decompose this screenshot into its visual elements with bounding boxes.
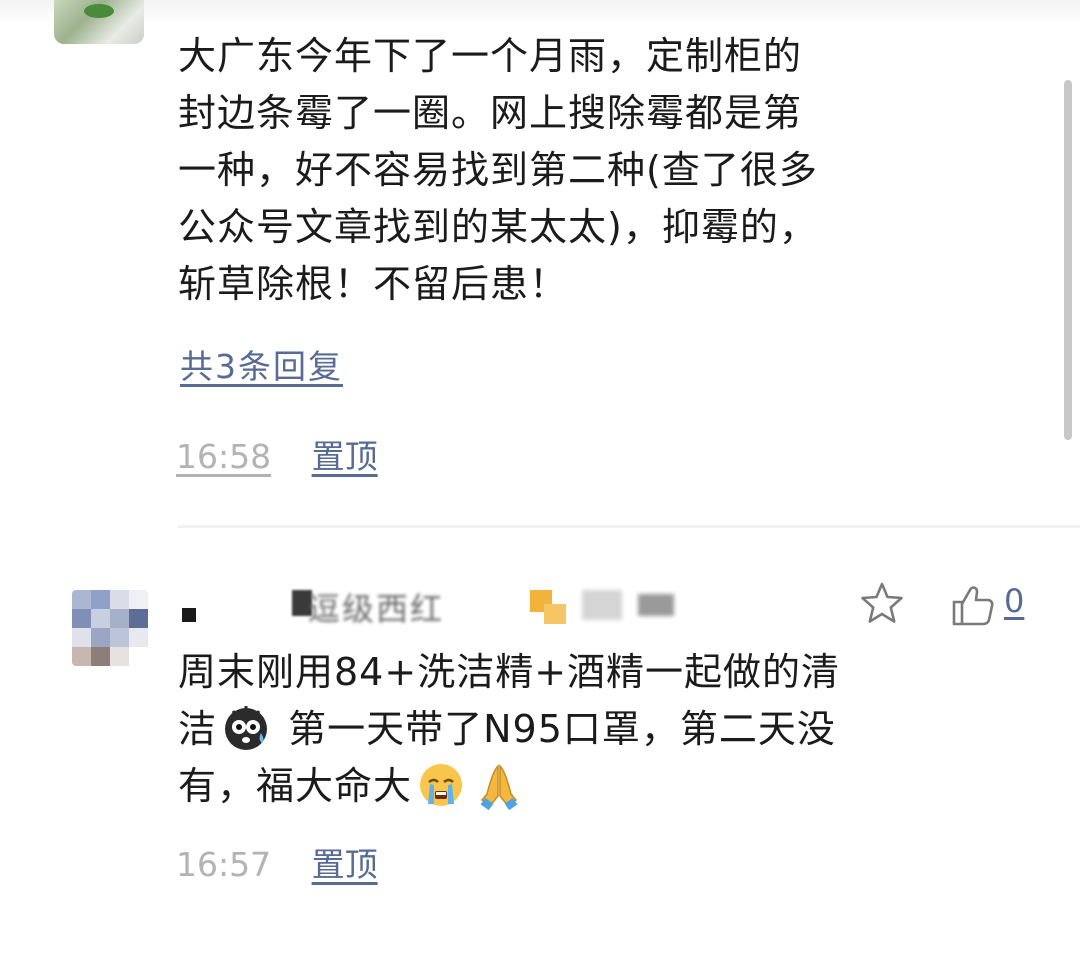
comment-text: 大广东今年下了一个月雨，定制柜的 封边条霉了一圈。网上搜除霉都是第 一种，好不容… [178, 34, 818, 306]
like-count: 0 [1004, 582, 1025, 620]
pin-button[interactable]: 置顶 [312, 845, 378, 884]
nickname-text: 逗级西红 [308, 590, 445, 628]
comment-text: 周末刚用84+洗洁精+酒精一起做的清 洁 第一天带了N95口罩，第二天没 有，福… [178, 644, 918, 815]
like-button[interactable]: 0 [950, 582, 1024, 630]
comment-line: 第一天带了N95口罩，第二天没 [275, 707, 836, 751]
avatar[interactable] [54, 0, 144, 44]
comment-line: 周末刚用84+洗洁精+酒精一起做的清 [178, 650, 841, 694]
frightened-sweat-face-emoji [225, 705, 268, 750]
comment-line: 洁 [178, 707, 218, 751]
star-icon[interactable] [858, 580, 906, 628]
view-replies-link[interactable]: 共3条回复 [180, 340, 343, 388]
avatar[interactable] [72, 590, 148, 666]
scrollbar[interactable] [1064, 80, 1072, 440]
thumbs-up-icon [952, 586, 994, 626]
divider [178, 525, 1080, 528]
comment-meta: 16:58 置顶 [176, 430, 378, 478]
timestamp: 16:57 [176, 845, 272, 884]
top-fade [0, 0, 1080, 24]
timestamp: 16:58 [176, 437, 272, 476]
folded-hands-emoji [480, 763, 518, 810]
comment-line: 有，福大命大 [178, 764, 413, 808]
pin-button[interactable]: 置顶 [312, 437, 378, 476]
comment-meta: 16:57 置顶 [176, 838, 378, 886]
nickname[interactable]: 逗级西红 [182, 584, 722, 628]
crying-face-emoji [420, 763, 463, 806]
